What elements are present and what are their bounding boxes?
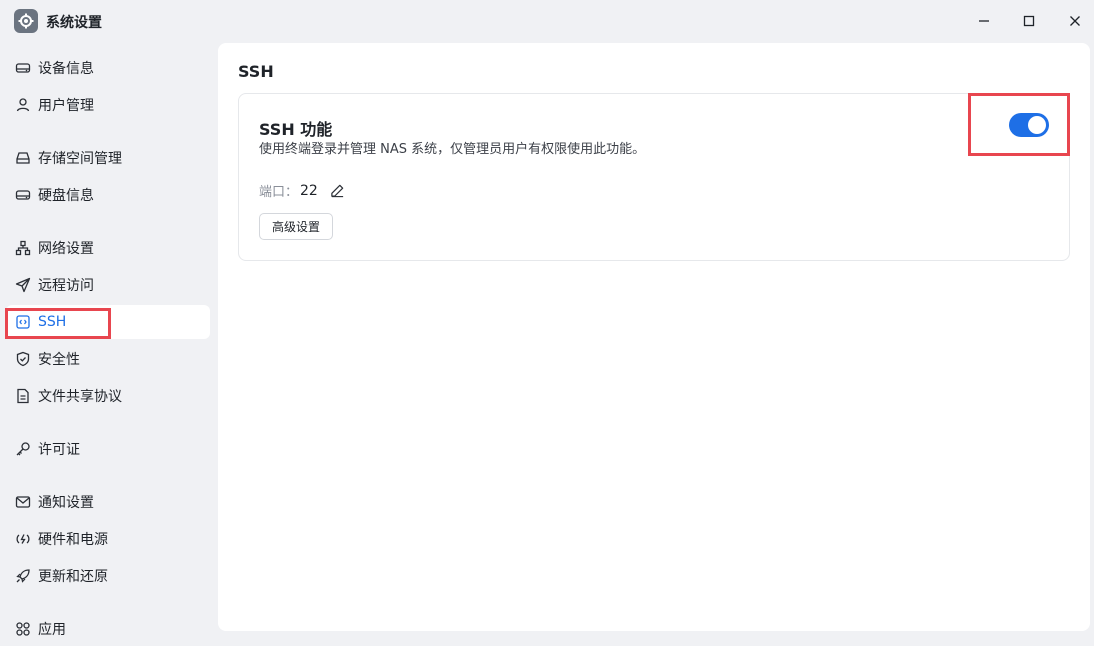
sidebar-item-file-sharing[interactable]: 文件共享协议 [6,379,210,413]
advanced-settings-button[interactable]: 高级设置 [259,213,334,240]
sidebar-item-label: 应用 [38,622,66,638]
sidebar-item-label: 设备信息 [38,61,94,77]
user-icon [14,96,32,114]
ssh-card: SSH 功能 使用终端登录并管理 NAS 系统，仅管理员用户有权限使用此功能。 … [238,93,1070,261]
port-label: 端口： [259,185,299,200]
sidebar-item-remote-access[interactable]: 远程访问 [6,268,210,302]
shield-icon [14,350,32,368]
sidebar-item-security[interactable]: 安全性 [6,342,210,376]
ssh-card-description: 使用终端登录并管理 NAS 系统，仅管理员用户有权限使用此功能。 [259,142,646,157]
close-button[interactable] [1061,8,1089,34]
sidebar-item-label: 许可证 [38,442,80,458]
sidebar-item-label: 硬盘信息 [38,188,94,204]
main-panel: SSH SSH 功能 使用终端登录并管理 NAS 系统，仅管理员用户有权限使用此… [218,43,1090,631]
sidebar-item-label: 存储空间管理 [38,151,122,167]
sidebar-item-label: 硬件和电源 [38,532,108,548]
sidebar-item-label: 更新和还原 [38,569,108,585]
sidebar-item-apps[interactable]: 应用 [6,612,210,646]
network-icon [14,239,32,257]
sidebar-item-label: 远程访问 [38,278,94,294]
ssh-card-title: SSH 功能 [259,120,333,139]
sidebar-item-license[interactable]: 许可证 [6,432,210,466]
power-icon [14,530,32,548]
ssh-toggle[interactable] [1009,113,1049,137]
sidebar-item-user-management[interactable]: 用户管理 [6,88,210,122]
rocket-icon [14,567,32,585]
toggle-knob [1028,116,1046,134]
sidebar-item-network[interactable]: 网络设置 [6,231,210,265]
code-icon [14,313,32,331]
port-row: 端口： 22 [259,181,346,200]
title-bar: 系统设置 [0,0,1094,42]
maximize-icon [1023,15,1035,27]
sidebar-item-update-restore[interactable]: 更新和还原 [6,559,210,593]
disk-icon [14,186,32,204]
sidebar-item-storage[interactable]: 存储空间管理 [6,141,210,175]
sidebar-item-hardware-power[interactable]: 硬件和电源 [6,522,210,556]
page-title: SSH [238,62,274,81]
gear-icon [14,9,38,33]
sidebar-item-device-info[interactable]: 设备信息 [6,51,210,85]
close-icon [1070,16,1080,26]
sidebar-item-label: SSH [38,314,67,330]
sidebar: 设备信息 用户管理 存储空间管理 硬盘信息 网络设置 远程访问 SSH 安全性 … [0,42,218,638]
sidebar-item-label: 网络设置 [38,241,94,257]
minimize-button[interactable] [970,8,998,34]
port-value: 22 [300,182,318,199]
send-icon [14,276,32,294]
file-icon [14,387,32,405]
mail-icon [14,493,32,511]
key-icon [14,440,32,458]
edit-icon[interactable] [330,183,346,199]
sidebar-item-label: 通知设置 [38,495,94,511]
minimize-icon [979,20,989,22]
drive-icon [14,59,32,77]
storage-icon [14,149,32,167]
sidebar-item-notifications[interactable]: 通知设置 [6,485,210,519]
maximize-button[interactable] [1015,8,1043,34]
sidebar-item-label: 文件共享协议 [38,389,122,405]
sidebar-item-ssh[interactable]: SSH [6,305,210,339]
sidebar-item-label: 用户管理 [38,98,94,114]
sidebar-item-label: 安全性 [38,352,80,368]
sidebar-item-disk-info[interactable]: 硬盘信息 [6,178,210,212]
apps-icon [14,620,32,638]
window-title: 系统设置 [46,15,102,31]
